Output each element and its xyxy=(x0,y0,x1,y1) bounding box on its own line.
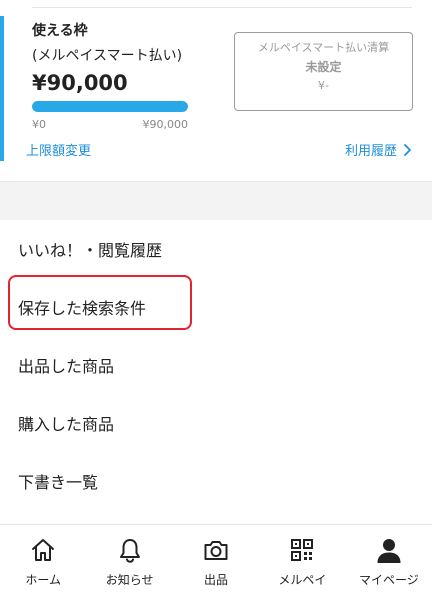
menu-item-drafts[interactable]: 下書き一覧 xyxy=(0,452,432,510)
change-limit-link[interactable]: 上限額変更 xyxy=(26,140,91,159)
menu-item-label: 保存した検索条件 xyxy=(18,299,147,318)
person-icon xyxy=(377,539,401,563)
menu-item-label: 購入した商品 xyxy=(18,415,115,434)
menu-item-listed-items[interactable]: 出品した商品 xyxy=(0,336,432,394)
section-separator xyxy=(0,182,432,220)
nav-label: ホーム xyxy=(25,573,62,587)
nav-label: お知らせ xyxy=(105,573,154,587)
limit-subtitle: (メルペイスマート払い) xyxy=(32,48,183,64)
bottom-nav: ホーム お知らせ 出品 メルペイ マイページ xyxy=(0,524,432,600)
limit-progress-fill xyxy=(32,101,188,112)
limit-title: 使える枠 xyxy=(32,23,88,39)
limit-max-label: ¥90,000 xyxy=(142,118,189,131)
limit-progress-bar xyxy=(32,101,188,112)
settlement-amount: ¥- xyxy=(318,79,329,92)
menu-item-purchased-items[interactable]: 購入した商品 xyxy=(0,394,432,452)
nav-label: メルペイ xyxy=(278,573,327,587)
nav-label: 出品 xyxy=(204,573,229,587)
settlement-button[interactable]: メルペイスマート払い清算 未設定 ¥- xyxy=(234,32,413,111)
camera-icon xyxy=(204,541,228,560)
menu-item-label: 出品した商品 xyxy=(18,357,115,376)
menu-item-likes-history[interactable]: いいね！・閲覧履歴 xyxy=(0,220,432,278)
nav-label: マイページ xyxy=(358,573,419,587)
chevron-right-icon xyxy=(404,143,411,156)
bell-icon xyxy=(119,539,140,563)
nav-mypage[interactable]: マイページ xyxy=(346,525,432,600)
menu-list: いいね！・閲覧履歴 保存した検索条件 出品した商品 購入した商品 下書き一覧 xyxy=(0,220,432,510)
limit-amount: ¥90,000 xyxy=(32,71,128,95)
settlement-title: メルペイスマート払い清算 xyxy=(257,41,390,54)
accent-bar xyxy=(0,16,4,161)
nav-notifications[interactable]: お知らせ xyxy=(86,525,172,600)
menu-item-label: いいね！・閲覧履歴 xyxy=(18,241,163,260)
divider xyxy=(32,7,412,8)
home-icon xyxy=(32,539,55,561)
menu-item-saved-searches[interactable]: 保存した検索条件 xyxy=(0,278,432,336)
usage-history-link[interactable]: 利用履歴 xyxy=(345,140,412,159)
nav-sell[interactable]: 出品 xyxy=(173,525,259,600)
settlement-status: 未設定 xyxy=(305,60,342,74)
nav-home[interactable]: ホーム xyxy=(0,525,86,600)
qr-code-icon xyxy=(291,539,314,561)
usage-history-label: 利用履歴 xyxy=(344,144,397,159)
credit-card: 使える枠 (メルペイスマート払い) ¥90,000 ¥0 ¥90,000 メルペ… xyxy=(0,0,432,182)
nav-merpay[interactable]: メルペイ xyxy=(259,525,345,600)
menu-item-label: 下書き一覧 xyxy=(18,473,99,492)
limit-min-label: ¥0 xyxy=(32,118,46,131)
